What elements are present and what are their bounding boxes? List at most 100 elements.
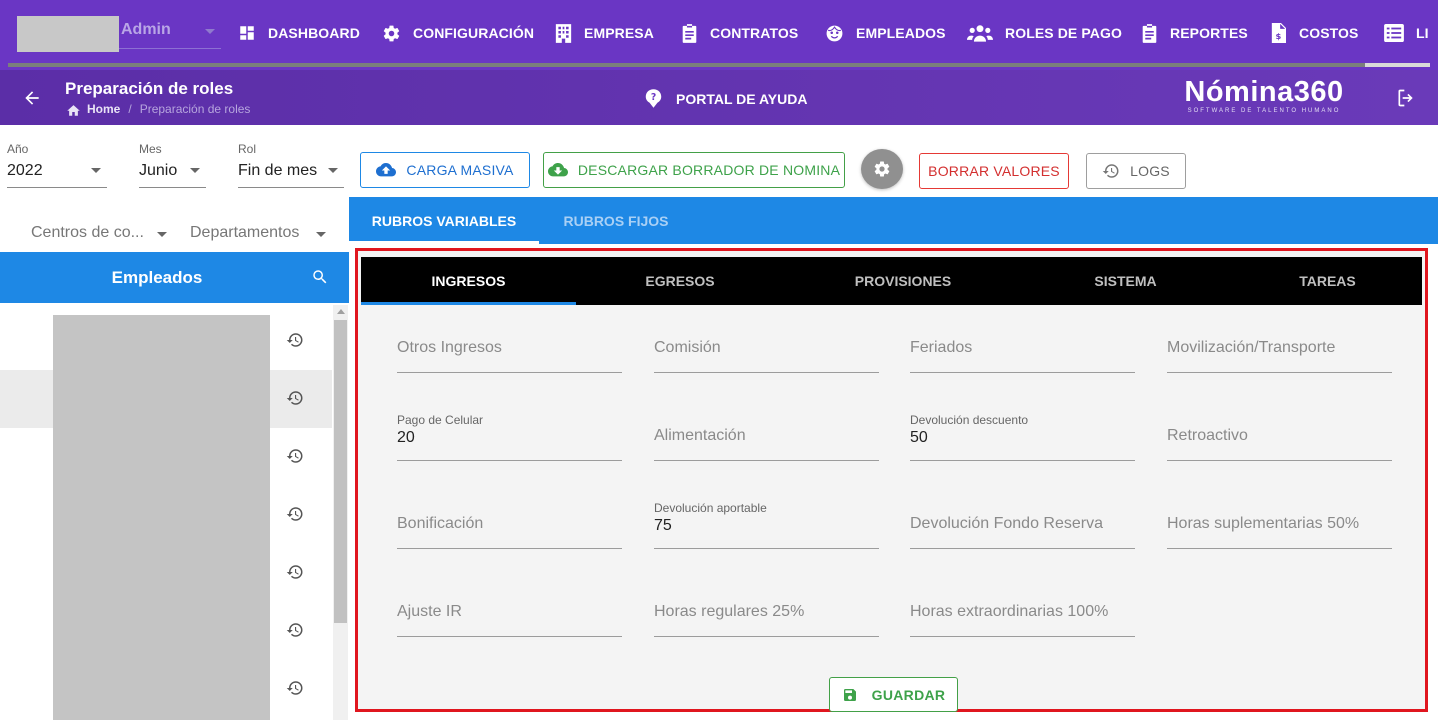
gear-icon (382, 24, 413, 43)
nav-li[interactable]: LI (1384, 0, 1429, 66)
field-horas-extraordinarias[interactable]: Horas extraordinarias 100% (910, 589, 1135, 637)
field-horas-regulares[interactable]: Horas regulares 25% (654, 589, 879, 637)
nav-costos[interactable]: $ COSTOS (1270, 0, 1358, 66)
tab-egresos[interactable]: EGRESOS (576, 257, 784, 305)
clipboard-icon (1141, 23, 1170, 43)
nav-configuracion[interactable]: CONFIGURACIÓN (382, 0, 534, 66)
field-label: Retroactivo (1167, 427, 1248, 444)
page-title: Preparación de roles (65, 79, 234, 98)
logs-button[interactable]: LOGS (1086, 153, 1186, 189)
field-comision[interactable]: Comisión (654, 325, 879, 373)
breadcrumb-home[interactable]: Home (87, 102, 120, 116)
field-bonificacion[interactable]: Bonificación (397, 501, 622, 549)
history-icon[interactable] (286, 505, 304, 523)
tab-rubros-fijos[interactable]: RUBROS FIJOS (539, 197, 693, 244)
search-icon[interactable] (311, 268, 329, 286)
user-role-label: Admin (121, 21, 171, 38)
dashboard-icon (238, 24, 268, 42)
field-movilizacion-transporte[interactable]: Movilización/Transporte (1167, 325, 1392, 373)
year-label: Año (7, 142, 29, 156)
history-icon[interactable] (286, 563, 304, 581)
field-label: Horas extraordinarias 100% (910, 603, 1109, 620)
settings-button[interactable] (861, 149, 903, 189)
field-ajuste-ir[interactable]: Ajuste IR (397, 589, 622, 637)
field-alimentacion[interactable]: Alimentación (654, 413, 879, 461)
nav-empresa[interactable]: EMPRESA (555, 0, 654, 66)
history-icon[interactable] (286, 389, 304, 407)
field-pago-de-celular[interactable]: Pago de Celular 20 (397, 413, 622, 461)
nav-empleados[interactable]: EMPLEADOS (825, 0, 946, 66)
user-role-select[interactable]: Admin (119, 16, 221, 49)
people-icon (967, 24, 1005, 42)
nav-reportes[interactable]: REPORTES (1141, 0, 1248, 66)
role-select[interactable]: Rol Fin de mes (238, 142, 344, 188)
help-portal-link[interactable]: ? PORTAL DE AYUDA (645, 89, 807, 108)
field-devolucion-aportable[interactable]: Devolución aportable 75 (654, 501, 879, 549)
field-devolucion-fondo-reserva[interactable]: Devolución Fondo Reserva (910, 501, 1135, 549)
tab-provisiones[interactable]: PROVISIONES (784, 257, 1022, 305)
svg-text:$: $ (1276, 31, 1282, 41)
cost-center-select[interactable]: Centros de co... (31, 218, 173, 253)
employee-names-redacted (53, 315, 270, 720)
field-otros-ingresos[interactable]: Otros Ingresos (397, 325, 622, 373)
clear-values-button[interactable]: BORRAR VALORES (919, 153, 1069, 189)
cloud-upload-icon (376, 162, 406, 178)
field-value: 75 (654, 517, 672, 534)
tab-sistema[interactable]: SISTEMA (1022, 257, 1229, 305)
tab-tareas[interactable]: TAREAS (1229, 257, 1426, 305)
face-icon (825, 24, 856, 43)
field-feriados[interactable]: Feriados (910, 325, 1135, 373)
nav-scroll-thumb[interactable] (1365, 63, 1430, 67)
nav-empleados-label: EMPLEADOS (856, 25, 946, 41)
help-icon: ? (645, 89, 676, 108)
nav-reportes-label: REPORTES (1170, 25, 1248, 41)
history-icon[interactable] (286, 447, 304, 465)
home-icon[interactable] (66, 103, 81, 116)
nav-contratos[interactable]: CONTRATOS (681, 0, 798, 66)
building-icon (555, 23, 584, 43)
download-draft-label: DESCARGAR BORRADOR DE NOMINA (577, 162, 841, 178)
history-icon[interactable] (286, 331, 304, 349)
nav-roles-de-pago-label: ROLES DE PAGO (1005, 25, 1122, 41)
save-button[interactable]: GUARDAR (829, 677, 958, 712)
field-horas-suplementarias[interactable]: Horas suplementarias 50% (1167, 501, 1392, 549)
nav-roles-de-pago[interactable]: ROLES DE PAGO (967, 0, 1122, 66)
brand-name: Nómina360 (1184, 76, 1344, 108)
employee-list-scroll-thumb[interactable] (334, 320, 347, 623)
nav-scroll-track[interactable] (8, 63, 1430, 67)
svg-text:?: ? (651, 92, 656, 103)
field-label: Devolución descuento (910, 413, 1029, 427)
field-label: Devolución aportable (654, 501, 767, 515)
field-label: Bonificación (397, 515, 484, 532)
logout-icon[interactable] (1396, 88, 1416, 108)
field-label: Devolución Fondo Reserva (910, 515, 1103, 532)
field-devolucion-descuento[interactable]: Devolución descuento 50 (910, 413, 1135, 461)
field-label: Otros Ingresos (397, 339, 502, 356)
chevron-down-icon (91, 168, 101, 173)
nav-contratos-label: CONTRATOS (710, 25, 799, 41)
clear-values-label: BORRAR VALORES (928, 163, 1060, 179)
bulk-upload-label: CARGA MASIVA (406, 162, 514, 178)
department-select[interactable]: Departamentos (190, 218, 333, 253)
nav-costos-label: COSTOS (1299, 25, 1359, 41)
field-retroactivo[interactable]: Retroactivo (1167, 413, 1392, 461)
year-select[interactable]: Año 2022 (7, 142, 107, 188)
employees-header: Empleados (0, 252, 349, 303)
download-draft-button[interactable]: DESCARGAR BORRADOR DE NOMINA (543, 152, 845, 188)
main-tabs: RUBROS VARIABLES RUBROS FIJOS (349, 197, 1438, 244)
role-label: Rol (238, 142, 257, 156)
history-icon[interactable] (286, 621, 304, 639)
tab-rubros-variables[interactable]: RUBROS VARIABLES (349, 197, 539, 244)
history-icon[interactable] (286, 679, 304, 697)
cost-center-placeholder: Centros de co... (31, 224, 144, 241)
user-avatar[interactable] (17, 16, 119, 52)
back-arrow-icon[interactable] (22, 88, 42, 108)
tab-ingresos[interactable]: INGRESOS (361, 257, 576, 305)
invoice-icon: $ (1270, 23, 1299, 43)
month-select[interactable]: Mes Junio (139, 142, 206, 188)
nav-dashboard[interactable]: DASHBOARD (238, 0, 360, 66)
bulk-upload-button[interactable]: CARGA MASIVA (360, 152, 530, 188)
chevron-down-icon (205, 29, 215, 34)
brand-logo: Nómina360 SOFTWARE DE TALENTO HUMANO (1174, 76, 1354, 115)
scroll-up-arrow-icon[interactable] (337, 309, 345, 314)
